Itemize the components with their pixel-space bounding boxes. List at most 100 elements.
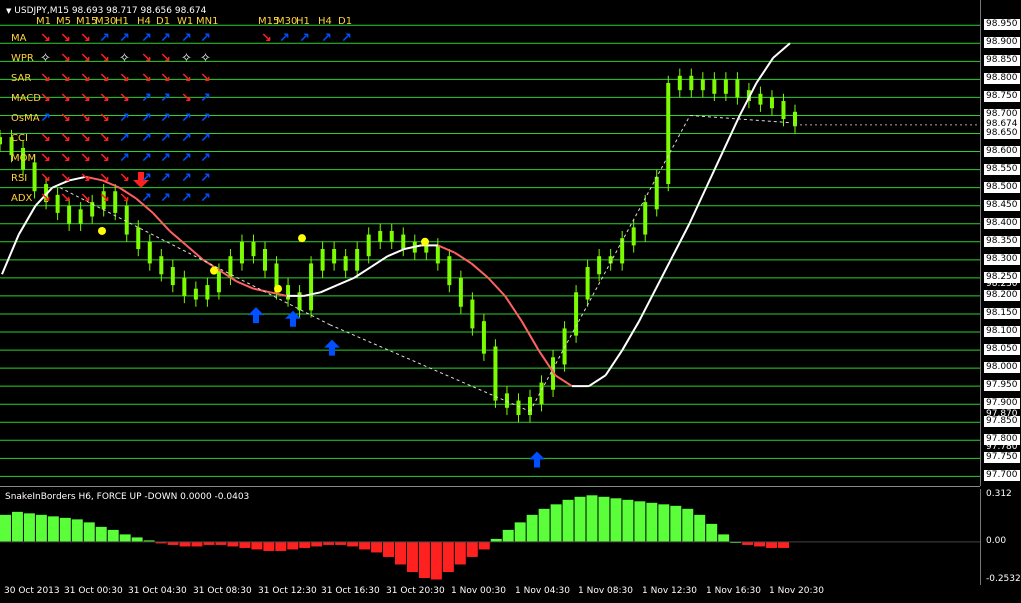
- arrow-down-icon: ↘: [60, 131, 71, 146]
- snake-segment: [1, 234, 20, 275]
- snake-segment: [654, 255, 674, 290]
- histogram-bar: [299, 541, 311, 548]
- price-tick-label: 98.600: [984, 145, 1020, 157]
- arrow-down-icon: ↘: [119, 171, 130, 186]
- candle-body: [401, 234, 406, 249]
- histogram-bar: [35, 514, 47, 542]
- menu-triangle-icon[interactable]: ▼: [6, 7, 11, 15]
- histogram-bar: [11, 511, 23, 542]
- candle-body: [666, 82, 671, 185]
- indicator-row-label: WPR: [11, 53, 34, 64]
- histogram-bar: [454, 541, 466, 565]
- arrow-down-icon: ↘: [141, 71, 152, 86]
- arrow-down-icon: ↘: [60, 171, 71, 186]
- snake-segment: [169, 230, 188, 247]
- arrow-down-icon: ↘: [40, 31, 51, 46]
- candle-body: [332, 249, 337, 264]
- time-tick-label: 31 Oct 20:30: [386, 586, 445, 596]
- timeframe-label: M30: [276, 16, 298, 27]
- arrow-down-icon: ↘: [99, 191, 110, 206]
- arrow-up-icon: ↗: [200, 191, 211, 206]
- histogram-bar: [610, 498, 622, 542]
- snake-segment: [387, 248, 405, 258]
- candle-body: [677, 75, 682, 91]
- snake-segment: [253, 287, 271, 294]
- snake-segment: [638, 288, 657, 322]
- candle-body: [585, 267, 590, 300]
- arrow-down-icon: ↘: [99, 151, 110, 166]
- candle-body: [597, 256, 602, 275]
- indicator-title: SnakeInBorders H6, FORCE UP -DOWN 0.0000…: [5, 492, 250, 502]
- snake-segment: [621, 320, 640, 351]
- time-tick-label: 31 Oct 00:30: [64, 586, 123, 596]
- arrow-up-icon: ↗: [200, 91, 211, 106]
- candle-body: [182, 277, 187, 296]
- arrow-down-icon: ↘: [80, 111, 91, 126]
- star-icon: ✧: [40, 51, 51, 66]
- histogram-bar: [514, 522, 526, 542]
- arrow-up-icon: ↗: [160, 31, 171, 46]
- histogram-bar: [23, 513, 35, 542]
- candle-body: [78, 209, 83, 224]
- snake-segment: [588, 374, 607, 387]
- indicator-row-label: MOM: [11, 153, 37, 164]
- candle-body: [343, 256, 348, 271]
- histogram-bar: [191, 541, 203, 547]
- price-tick-label: 98.400: [984, 217, 1020, 229]
- arrow-up-icon: ↗: [181, 191, 192, 206]
- indicator-tick-label: 0.312: [986, 489, 1012, 499]
- arrow-up-icon: ↗: [160, 111, 171, 126]
- arrow-up-icon: ↗: [200, 31, 211, 46]
- candle-body: [216, 270, 221, 293]
- price-tick-label: 97.700: [984, 470, 1020, 482]
- timeframe-label: MN1: [196, 16, 219, 27]
- candle-body: [159, 256, 164, 275]
- time-tick-label: 31 Oct 04:30: [128, 586, 187, 596]
- price-tick-label: 98.650: [984, 127, 1020, 139]
- candle-body: [574, 292, 579, 336]
- candle-body: [481, 321, 486, 354]
- candle-body: [493, 346, 498, 401]
- time-tick-label: 31 Oct 08:30: [193, 586, 252, 596]
- price-tick-label: 98.350: [984, 235, 1020, 247]
- candle-body: [654, 176, 659, 210]
- arrow-up-icon: ↗: [299, 31, 310, 46]
- histogram-bar: [347, 541, 359, 547]
- arrow-down-icon: ↘: [40, 91, 51, 106]
- arrow-up-icon: ↗: [321, 31, 332, 46]
- candle-body: [781, 101, 786, 120]
- snake-segment: [219, 269, 238, 283]
- histogram-bar: [406, 541, 418, 572]
- histogram-bar: [682, 508, 694, 542]
- time-tick-label: 1 Nov 20:30: [769, 586, 824, 596]
- arrow-up-icon: ↗: [160, 151, 171, 166]
- chart-window: { "header": { "symbol_line": "USDJPY,M15…: [0, 0, 1021, 603]
- histogram-bar: [47, 516, 59, 542]
- snake-segment: [504, 295, 523, 322]
- candle-body: [700, 79, 705, 91]
- histogram-bar: [646, 502, 658, 542]
- histogram-bar: [598, 496, 610, 542]
- candle-body: [769, 97, 774, 109]
- candle-body: [504, 393, 509, 408]
- time-tick-label: 1 Nov 00:30: [451, 586, 506, 596]
- arrow-up-icon: ↗: [99, 31, 110, 46]
- arrow-down-icon: ↘: [40, 71, 51, 86]
- indicator-row-label: CCI: [11, 133, 28, 144]
- snake-segment: [487, 277, 506, 297]
- arrow-down-icon: ↘: [80, 31, 91, 46]
- price-tick-label: 98.800: [984, 73, 1020, 85]
- snake-segment: [370, 255, 389, 268]
- candle-body: [286, 285, 291, 300]
- candle-body: [458, 277, 463, 307]
- arrow-up-icon: ↗: [200, 171, 211, 186]
- arrow-up-icon: ↗: [119, 151, 130, 166]
- candle-body: [793, 111, 797, 127]
- histogram-bar: [718, 534, 730, 542]
- snake-segment: [671, 223, 691, 257]
- arrow-up-icon: ↗: [119, 131, 130, 146]
- price-tick-label: 98.500: [984, 181, 1020, 193]
- time-tick-label: 1 Nov 04:30: [515, 586, 570, 596]
- snake-segment: [404, 244, 422, 250]
- buy-arrow-icon: [248, 307, 264, 324]
